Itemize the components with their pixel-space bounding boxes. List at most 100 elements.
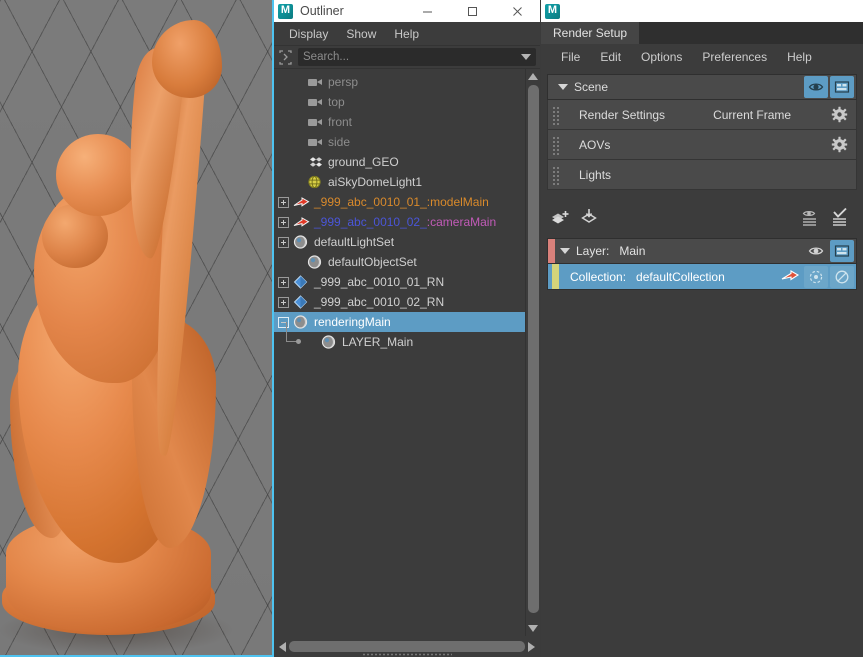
outliner-row[interactable]: top bbox=[274, 92, 525, 112]
maya-logo-icon: M bbox=[545, 4, 560, 19]
render-setup-toolbar bbox=[547, 202, 857, 232]
outliner-vertical-scrollbar[interactable] bbox=[525, 69, 540, 636]
select-members-icon[interactable] bbox=[778, 266, 802, 288]
reference-arrow-icon bbox=[293, 195, 310, 210]
render-layer-visibility-icon[interactable] bbox=[827, 205, 853, 229]
menu-show[interactable]: Show bbox=[337, 22, 385, 46]
expand-plus-icon[interactable] bbox=[278, 197, 289, 208]
collapse-triangle-icon[interactable] bbox=[558, 84, 568, 90]
expand-plus-icon[interactable] bbox=[278, 237, 289, 248]
collection-name: Collection: defaultCollection bbox=[570, 270, 778, 284]
outliner-row[interactable]: LAYER_Main bbox=[274, 332, 525, 352]
render-override-icon[interactable] bbox=[830, 240, 854, 262]
camera-icon bbox=[307, 115, 324, 130]
chevron-down-icon[interactable] bbox=[521, 54, 531, 60]
scene-label: Scene bbox=[574, 80, 804, 94]
create-collection-icon[interactable] bbox=[577, 205, 603, 229]
search-input[interactable]: Search... bbox=[298, 48, 536, 66]
render-setup-body: Scene bbox=[541, 70, 863, 657]
object-set-icon bbox=[307, 255, 324, 270]
scroll-right-arrow-icon[interactable] bbox=[528, 642, 535, 652]
visibility-eye-icon[interactable] bbox=[804, 240, 828, 262]
disable-icon[interactable] bbox=[830, 266, 854, 288]
collapse-triangle-icon[interactable] bbox=[560, 248, 570, 254]
render-override-icon[interactable] bbox=[830, 76, 854, 98]
reference-node-icon bbox=[293, 275, 310, 290]
outliner-row-label: top bbox=[328, 95, 345, 109]
outliner-row[interactable]: persp bbox=[274, 72, 525, 92]
outliner-menubar: Display Show Help bbox=[274, 22, 540, 46]
aovs-label: AOVs bbox=[579, 138, 610, 152]
render-settings-label: Render Settings bbox=[579, 108, 665, 122]
outliner-row[interactable]: _999_abc_0010_02_:cameraMain bbox=[274, 212, 525, 232]
layer-value: Main bbox=[619, 244, 645, 258]
scrollbar-thumb[interactable] bbox=[528, 85, 539, 613]
outliner-row[interactable]: ground_GEO bbox=[274, 152, 525, 172]
visibility-eye-icon[interactable] bbox=[804, 76, 828, 98]
outliner-row[interactable]: _999_abc_0010_01_:modelMain bbox=[274, 192, 525, 212]
expand-plus-icon[interactable] bbox=[278, 217, 289, 228]
statue-model[interactable] bbox=[0, 18, 245, 643]
menu-help[interactable]: Help bbox=[385, 22, 428, 46]
outliner-row[interactable]: renderingMain bbox=[274, 312, 525, 332]
search-placeholder: Search... bbox=[303, 51, 521, 63]
scroll-down-arrow-icon[interactable] bbox=[528, 625, 538, 632]
scroll-left-arrow-icon[interactable] bbox=[279, 642, 286, 652]
render-layer-row[interactable]: Layer: Main bbox=[547, 238, 857, 264]
layer-color-swatch bbox=[548, 239, 555, 263]
outliner-row[interactable]: aiSkyDomeLight1 bbox=[274, 172, 525, 192]
resize-grip[interactable] bbox=[362, 653, 452, 656]
outliner-tree[interactable]: persp top frontsideground_GEO aiSkyDomeLigh… bbox=[274, 69, 525, 636]
aovs-row[interactable]: AOVs bbox=[547, 130, 857, 160]
camera-icon bbox=[307, 75, 324, 90]
render-settings-value: Current Frame bbox=[713, 108, 791, 122]
scroll-up-arrow-icon[interactable] bbox=[528, 73, 538, 80]
expand-plus-icon[interactable] bbox=[278, 297, 289, 308]
drag-handle[interactable] bbox=[551, 165, 561, 185]
lights-label: Lights bbox=[579, 168, 611, 182]
menu-options[interactable]: Options bbox=[631, 44, 692, 70]
scene-header[interactable]: Scene bbox=[547, 74, 857, 100]
menu-file[interactable]: File bbox=[551, 44, 590, 70]
outliner-row[interactable]: _999_abc_0010_02_RN bbox=[274, 292, 525, 312]
outliner-row[interactable]: side bbox=[274, 132, 525, 152]
isolate-select-icon[interactable] bbox=[804, 266, 828, 288]
menu-display[interactable]: Display bbox=[280, 22, 337, 46]
drag-handle[interactable] bbox=[551, 105, 561, 125]
menu-preferences[interactable]: Preferences bbox=[692, 44, 777, 70]
render-setup-titlebar[interactable]: M bbox=[541, 0, 863, 22]
collection-value: defaultCollection bbox=[636, 270, 725, 284]
menu-edit[interactable]: Edit bbox=[590, 44, 631, 70]
expand-plus-icon[interactable] bbox=[278, 277, 289, 288]
gear-icon[interactable] bbox=[826, 104, 852, 126]
collection-row[interactable]: Collection: defaultCollection bbox=[547, 264, 857, 290]
gear-icon[interactable] bbox=[826, 134, 852, 156]
outliner-horizontal-scrollbar[interactable] bbox=[274, 636, 540, 657]
render-settings-row[interactable]: Render Settings Current Frame bbox=[547, 100, 857, 130]
outliner-row[interactable]: defaultLightSet bbox=[274, 232, 525, 252]
minimize-icon[interactable] bbox=[405, 0, 450, 22]
tab-render-setup[interactable]: Render Setup bbox=[541, 22, 639, 44]
layer-prefix: Layer: bbox=[576, 244, 609, 258]
object-set-icon bbox=[321, 335, 338, 350]
hscrollbar-thumb[interactable] bbox=[289, 641, 525, 652]
collection-prefix: Collection: bbox=[570, 270, 626, 284]
maximize-icon[interactable] bbox=[450, 0, 495, 22]
drag-handle[interactable] bbox=[551, 135, 561, 155]
search-filter-icon[interactable] bbox=[277, 49, 294, 66]
isolate-select-icon[interactable] bbox=[797, 205, 823, 229]
menu-help[interactable]: Help bbox=[777, 44, 822, 70]
outliner-titlebar[interactable]: M Outliner bbox=[274, 0, 540, 22]
create-render-layer-icon[interactable] bbox=[547, 205, 573, 229]
maya-3d-viewport[interactable] bbox=[0, 0, 274, 657]
layer-name: Layer: Main bbox=[576, 244, 804, 258]
outliner-row[interactable]: defaultObjectSet bbox=[274, 252, 525, 272]
outliner-row[interactable]: front bbox=[274, 112, 525, 132]
outliner-row-label: LAYER_Main bbox=[342, 335, 413, 349]
outliner-row-label: aiSkyDomeLight1 bbox=[328, 175, 422, 189]
sky-dome-light-icon bbox=[307, 175, 324, 190]
tree-branch-line bbox=[286, 322, 297, 342]
lights-row[interactable]: Lights bbox=[547, 160, 857, 190]
close-icon[interactable] bbox=[495, 0, 540, 22]
outliner-row[interactable]: _999_abc_0010_01_RN bbox=[274, 272, 525, 292]
